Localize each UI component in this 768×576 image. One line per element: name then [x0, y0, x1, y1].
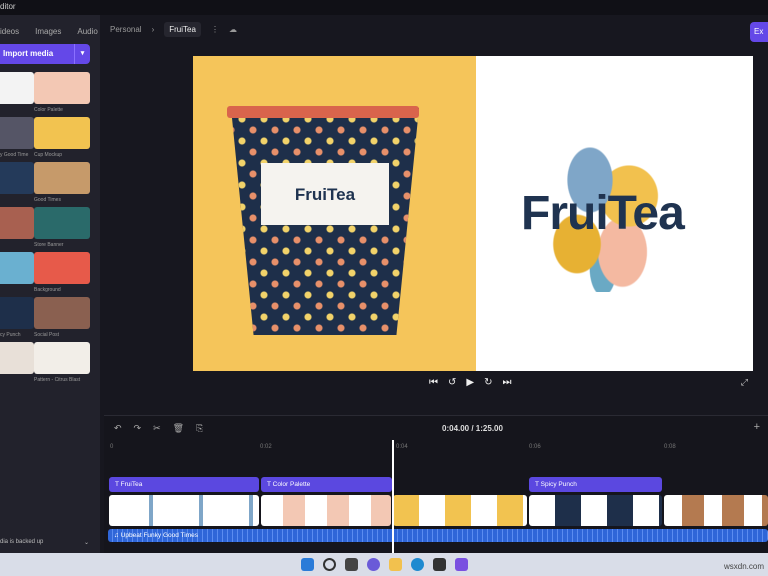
media-tile-label: Color Palette — [34, 107, 63, 113]
search-icon[interactable] — [322, 558, 336, 571]
window-title: ditor — [0, 2, 16, 11]
media-tile-label: Good Times — [34, 197, 61, 203]
media-sidebar: ideos Images Audio Import media ▾ Color P… — [0, 15, 100, 553]
forward-icon[interactable]: ↻ — [484, 377, 492, 388]
media-tile[interactable] — [0, 297, 34, 329]
video-clip[interactable] — [393, 495, 527, 526]
video-preview: FruiTea FruiTea — [193, 56, 753, 371]
media-tile-label: Background — [34, 287, 61, 293]
windows-start-icon[interactable] — [300, 558, 314, 571]
title-bar: ditor — [0, 0, 768, 15]
media-tile-label: y Good Time — [0, 152, 29, 158]
backup-label: dia is backed up — [0, 539, 44, 545]
tick: 0:04 — [396, 444, 408, 450]
watermark: wsxdn.com — [723, 562, 764, 571]
taskbar: wsxdn.com — [0, 553, 768, 576]
tick: 0:02 — [260, 444, 272, 450]
breadcrumb: Personal › FruiTea ⋮ ☁ — [110, 22, 237, 37]
chevron-down-icon[interactable]: ⌄ — [84, 539, 89, 546]
media-tile[interactable] — [34, 207, 90, 239]
skip-back-icon[interactable]: ⏮ — [429, 377, 438, 388]
cup-scene: FruiTea — [193, 56, 476, 371]
media-tile-label: cy Punch — [0, 332, 21, 338]
import-dropdown[interactable]: ▾ — [74, 44, 90, 64]
clip-label: Spicy Punch — [540, 481, 577, 488]
video-clip[interactable] — [664, 495, 768, 526]
brand-logo: FruiTea — [521, 187, 685, 240]
backup-status[interactable]: dia is backed up ⌄ — [0, 539, 95, 546]
media-tile[interactable] — [34, 297, 90, 329]
media-tile[interactable] — [34, 252, 90, 284]
tick: 0 — [110, 444, 114, 450]
edge-icon[interactable] — [410, 558, 424, 571]
undo-icon[interactable]: ↶ — [114, 423, 122, 434]
video-clip[interactable] — [529, 495, 662, 526]
redo-icon[interactable]: ↷ — [134, 423, 142, 434]
rewind-icon[interactable]: ↺ — [448, 377, 456, 388]
media-tile[interactable] — [0, 162, 34, 194]
editor-main: Personal › FruiTea ⋮ ☁ Ex FruiTea FruiTe… — [104, 15, 768, 415]
timeline: ↶ ↷ ✂ 🗑 ⎘ 0:04.00 / 1:25.00 + 0 0:02 0:0… — [104, 415, 768, 560]
store-icon[interactable] — [432, 558, 446, 571]
media-tile[interactable] — [0, 252, 34, 284]
clipchamp-icon[interactable] — [454, 558, 468, 571]
task-view-icon[interactable] — [344, 558, 358, 571]
media-tile-label: Social Post — [34, 332, 60, 338]
media-tile[interactable] — [0, 117, 34, 149]
player-controls: ⏮ ↺ ▶ ↻ ⏭ — [429, 377, 511, 388]
media-tile-label: Pattern - Citrus Blast — [34, 377, 81, 383]
media-tile-label: Store Banner — [34, 242, 64, 248]
chevron-right-icon: › — [151, 25, 155, 34]
media-tile-label: Cup Mockup — [34, 152, 63, 158]
media-tile[interactable] — [0, 207, 34, 239]
media-tile[interactable] — [34, 72, 90, 104]
cloud-icon[interactable]: ☁ — [229, 25, 237, 34]
tick: 0:08 — [664, 444, 676, 450]
clip-label: FruiTea — [120, 481, 143, 488]
cup-image: FruiTea — [231, 108, 419, 335]
clip-label: Color Palette — [272, 481, 311, 488]
cup-lid — [227, 106, 419, 118]
text-clip-spicy-punch[interactable]: T Spicy Punch — [529, 477, 662, 492]
skip-forward-icon[interactable]: ⏭ — [502, 377, 511, 388]
tab-videos[interactable]: ideos — [0, 27, 19, 36]
breadcrumb-personal[interactable]: Personal — [110, 25, 142, 34]
media-tile[interactable] — [34, 117, 90, 149]
chat-icon[interactable] — [366, 558, 380, 571]
playhead[interactable] — [392, 440, 394, 560]
media-tile[interactable] — [0, 72, 34, 104]
media-tile[interactable] — [34, 162, 90, 194]
duplicate-icon[interactable]: ⎘ — [196, 423, 203, 434]
video-clip[interactable] — [109, 495, 259, 526]
file-explorer-icon[interactable] — [388, 558, 402, 571]
text-clip-fruitea[interactable]: T FruiTea — [109, 477, 259, 492]
tab-audio[interactable]: Audio — [77, 27, 97, 36]
import-media-button[interactable]: Import media ▾ — [0, 44, 90, 64]
tick: 0:06 — [529, 444, 541, 450]
fullscreen-icon[interactable]: ⤢ — [741, 377, 748, 388]
text-clip-color-palette[interactable]: T Color Palette — [261, 477, 392, 492]
audio-clip[interactable]: ♫ Upbeat Funky Good Times — [108, 529, 768, 542]
tab-images[interactable]: Images — [35, 27, 61, 36]
play-icon[interactable]: ▶ — [466, 377, 474, 388]
cut-icon[interactable]: ✂ — [153, 423, 161, 434]
time-readout: 0:04.00 / 1:25.00 — [442, 424, 503, 433]
video-clip[interactable] — [261, 495, 391, 526]
delete-icon[interactable]: 🗑 — [173, 423, 184, 434]
media-tile[interactable] — [0, 342, 34, 374]
media-tile[interactable] — [34, 342, 90, 374]
zoom-in-icon[interactable]: + — [754, 421, 760, 433]
audio-label: Upbeat Funky Good Times — [120, 532, 199, 539]
export-button[interactable]: Ex — [750, 22, 768, 42]
more-icon[interactable]: ⋮ — [211, 25, 219, 34]
cup-label: FruiTea — [261, 163, 389, 225]
project-name[interactable]: FruiTea — [164, 22, 201, 37]
import-label: Import media — [3, 49, 54, 58]
